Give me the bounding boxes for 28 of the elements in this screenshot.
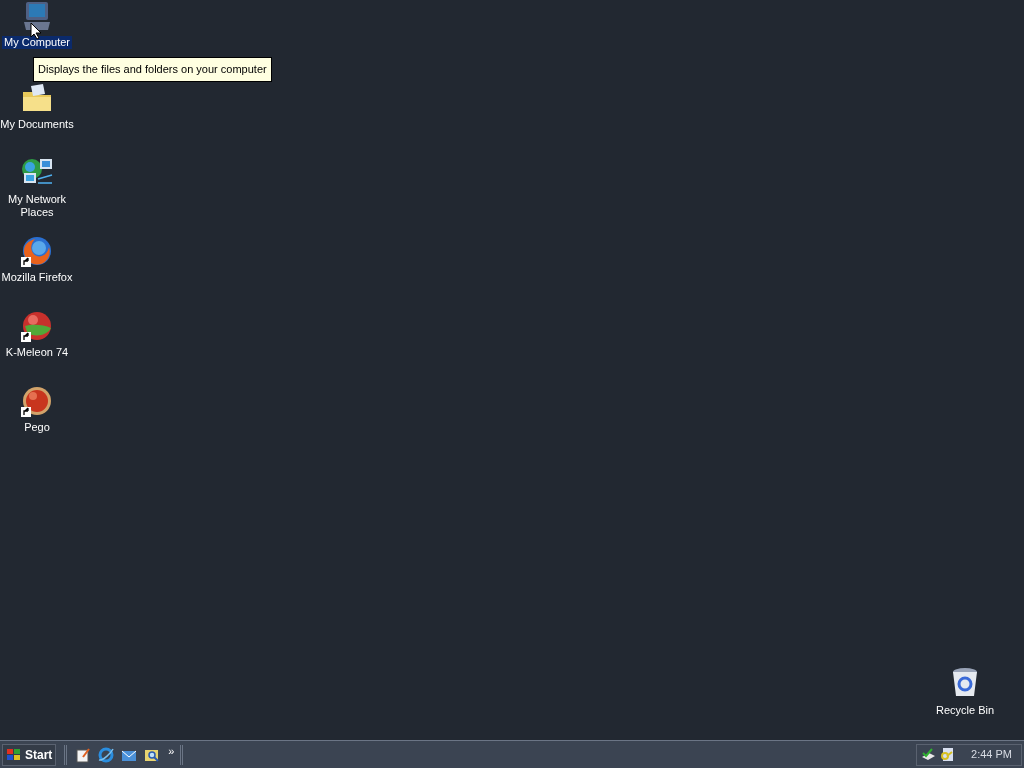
browser-icon[interactable]	[98, 746, 115, 763]
icon-label[interactable]: Pego	[22, 421, 52, 434]
desktop-icon[interactable]	[21, 235, 53, 267]
icon-label[interactable]: My Computer	[2, 36, 72, 49]
icon-label[interactable]: Mozilla Firefox	[0, 271, 75, 284]
tooltip: Displays the files and folders on your computer	[33, 57, 272, 82]
icon-label[interactable]: K-Meleon 74	[3, 346, 71, 359]
desktop-icon[interactable]	[21, 0, 53, 32]
globe-icon	[21, 235, 53, 267]
start-button[interactable]: Start	[2, 743, 57, 766]
computer-icon	[21, 0, 53, 32]
trash-can-icon[interactable]	[950, 665, 980, 698]
cursor-icon	[30, 22, 42, 40]
ball-icon	[21, 385, 53, 417]
ball-icon	[21, 310, 53, 342]
icon-label[interactable]: My Documents	[0, 118, 76, 131]
windows-flag-icon	[6, 747, 22, 762]
network-icon[interactable]	[920, 746, 936, 763]
chevron[interactable]: »	[168, 743, 175, 760]
folder-icon	[21, 82, 53, 114]
desktop-icon[interactable]	[21, 82, 53, 114]
key-icon[interactable]	[939, 746, 955, 763]
icon-label[interactable]: Recycle Bin	[935, 701, 995, 718]
notepad-icon[interactable]	[75, 746, 92, 763]
desktop-icon[interactable]	[21, 385, 53, 417]
desktop-icon[interactable]	[21, 310, 53, 342]
icon-label[interactable]: My Network Places	[0, 193, 76, 219]
clock[interactable]: 2:44 PM	[971, 746, 1012, 763]
